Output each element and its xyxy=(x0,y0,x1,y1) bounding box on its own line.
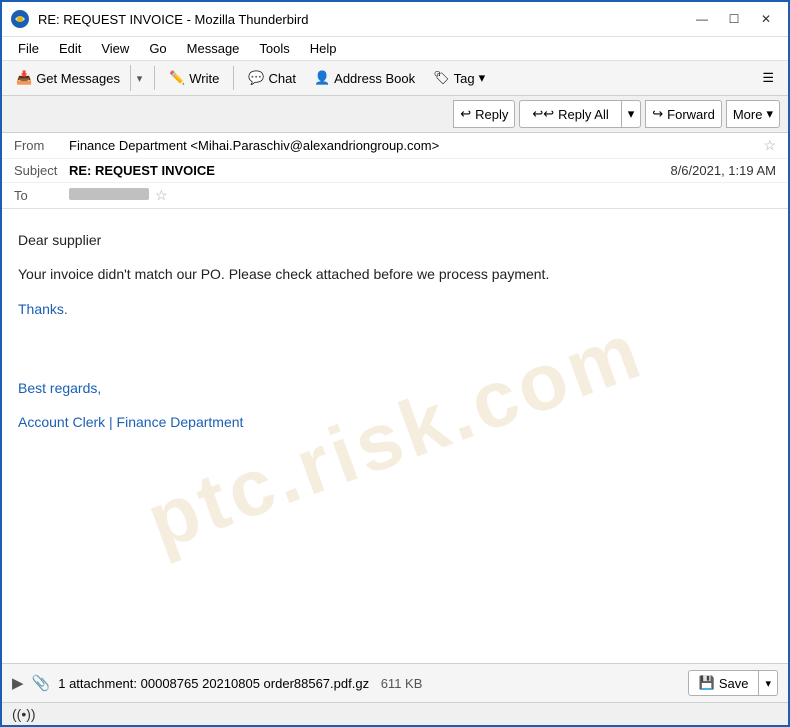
chevron-right-icon: ▶ xyxy=(12,674,24,692)
wifi-icon: ((•)) xyxy=(12,706,36,722)
main-toolbar: 📥 Get Messages ▾ ✏️ Write 💬 Chat 👤 Addre… xyxy=(2,61,788,96)
from-value: Finance Department <Mihai.Paraschiv@alex… xyxy=(69,138,757,153)
get-messages-button[interactable]: 📥 Get Messages xyxy=(8,66,128,90)
from-label: From xyxy=(14,138,69,153)
reply-label: Reply xyxy=(475,107,508,122)
menu-go[interactable]: Go xyxy=(141,39,174,58)
chat-button[interactable]: 💬 Chat xyxy=(240,66,304,90)
signature: Account Clerk | Finance Department xyxy=(18,411,772,433)
titlebar: RE: REQUEST INVOICE - Mozilla Thunderbir… xyxy=(2,2,788,37)
attachment-count: 1 attachment: xyxy=(58,676,137,691)
address-book-icon: 👤 xyxy=(314,70,330,86)
reply-all-button-group: ↩↩ Reply All ▾ xyxy=(519,100,641,128)
more-button-group: More ▾ xyxy=(726,100,780,128)
to-value-redacted xyxy=(69,188,149,200)
more-label: More xyxy=(733,107,763,122)
forward-button-group: ↪ Forward xyxy=(645,100,722,128)
statusbar: ((•)) xyxy=(2,702,788,725)
save-button-group: 💾 Save ▾ xyxy=(688,670,778,696)
menu-message[interactable]: Message xyxy=(179,39,248,58)
attachment-filename: 00008765 20210805 order88567.pdf.gz xyxy=(141,676,369,691)
tag-icon: 🏷 xyxy=(433,70,450,86)
from-row: From Finance Department <Mihai.Paraschiv… xyxy=(2,133,788,159)
reply-all-dropdown[interactable]: ▾ xyxy=(621,100,642,128)
save-icon: 💾 xyxy=(699,675,715,691)
save-button[interactable]: 💾 Save xyxy=(688,670,760,696)
forward-label: Forward xyxy=(667,107,715,122)
menu-edit[interactable]: Edit xyxy=(51,39,89,58)
write-button[interactable]: ✏️ Write xyxy=(161,66,227,90)
subject-value: RE: REQUEST INVOICE xyxy=(69,163,670,178)
save-dropdown[interactable]: ▾ xyxy=(759,670,778,696)
address-book-label: Address Book xyxy=(334,71,415,86)
email-headers: From Finance Department <Mihai.Paraschiv… xyxy=(2,133,788,209)
hamburger-icon: ☰ xyxy=(762,70,774,86)
tag-dropdown-icon: ▾ xyxy=(479,70,486,86)
to-row: To ☆ xyxy=(2,183,788,208)
tag-button[interactable]: 🏷 Tag ▾ xyxy=(425,66,493,90)
separator-2 xyxy=(233,66,234,90)
reply-all-label: Reply All xyxy=(558,107,609,122)
separator-1 xyxy=(154,66,155,90)
menu-view[interactable]: View xyxy=(93,39,137,58)
reply-all-button[interactable]: ↩↩ Reply All xyxy=(519,100,620,128)
save-label: Save xyxy=(719,676,749,691)
subject-label: Subject xyxy=(14,163,69,178)
more-dropdown-icon: ▾ xyxy=(766,106,773,122)
maximize-button[interactable]: ☐ xyxy=(720,8,748,30)
greeting: Dear supplier xyxy=(18,229,772,251)
best-regards: Best regards, xyxy=(18,377,772,399)
main-window: RE: REQUEST INVOICE - Mozilla Thunderbir… xyxy=(0,0,790,727)
write-label: Write xyxy=(189,71,219,86)
tag-label: Tag xyxy=(454,71,475,86)
forward-icon: ↪ xyxy=(652,106,663,122)
email-date: 8/6/2021, 1:19 AM xyxy=(670,163,776,178)
attachment-bar: ▶ 📎 1 attachment: 00008765 20210805 orde… xyxy=(2,663,788,702)
reply-all-icon: ↩↩ xyxy=(532,106,554,122)
window-controls: — ☐ ✕ xyxy=(688,8,780,30)
inbox-icon: 📥 xyxy=(16,70,32,86)
action-toolbar: ↩ Reply ↩↩ Reply All ▾ ↪ Forward More ▾ xyxy=(2,96,788,133)
watermark: ptc.risk.com xyxy=(129,287,661,585)
more-button[interactable]: More ▾ xyxy=(726,100,780,128)
close-button[interactable]: ✕ xyxy=(752,8,780,30)
to-label: To xyxy=(14,188,69,203)
address-book-button[interactable]: 👤 Address Book xyxy=(306,66,423,90)
menu-help[interactable]: Help xyxy=(302,39,345,58)
hamburger-menu-button[interactable]: ☰ xyxy=(754,66,782,90)
to-star-icon[interactable]: ☆ xyxy=(155,187,168,204)
chat-label: Chat xyxy=(269,71,296,86)
paperclip-icon: 📎 xyxy=(32,674,51,692)
get-messages-dropdown[interactable]: ▾ xyxy=(130,65,148,91)
email-body: ptc.risk.com Dear supplier Your invoice … xyxy=(2,209,788,663)
menu-tools[interactable]: Tools xyxy=(251,39,297,58)
reply-button-group: ↩ Reply xyxy=(453,100,515,128)
write-icon: ✏️ xyxy=(169,70,185,86)
thanks-text: Thanks. xyxy=(18,298,772,320)
menubar: File Edit View Go Message Tools Help xyxy=(2,37,788,61)
forward-button[interactable]: ↪ Forward xyxy=(645,100,722,128)
subject-row: Subject RE: REQUEST INVOICE 8/6/2021, 1:… xyxy=(2,159,788,183)
from-star-icon[interactable]: ☆ xyxy=(763,137,776,154)
get-messages-label: Get Messages xyxy=(36,71,120,86)
attachment-size: 611 KB xyxy=(381,676,423,691)
minimize-button[interactable]: — xyxy=(688,8,716,30)
reply-icon: ↩ xyxy=(460,106,471,122)
attachment-info: 1 attachment: 00008765 20210805 order885… xyxy=(58,676,679,691)
app-logo xyxy=(10,9,30,29)
body-paragraph1: Your invoice didn't match our PO. Please… xyxy=(18,263,772,285)
chat-icon: 💬 xyxy=(248,70,264,86)
menu-file[interactable]: File xyxy=(10,39,47,58)
reply-button[interactable]: ↩ Reply xyxy=(453,100,515,128)
window-title: RE: REQUEST INVOICE - Mozilla Thunderbir… xyxy=(38,12,688,27)
